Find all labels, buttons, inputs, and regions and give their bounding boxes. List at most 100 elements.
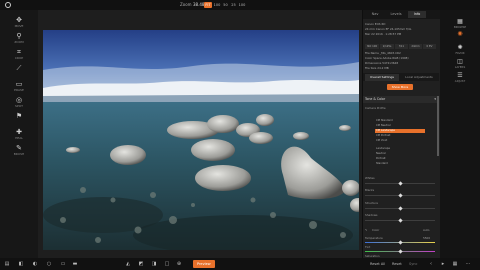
slider-knob[interactable] (398, 181, 403, 186)
focal-chip: 24mm (409, 44, 422, 49)
tone-color-section-header[interactable]: Tone & Color ▾ (363, 96, 439, 103)
zoom-tool[interactable]: ⚲ ZOOM (0, 32, 38, 44)
develop-icon: ◉ (457, 30, 463, 37)
whites-label: Whites (365, 176, 375, 180)
profile-option[interactable]: Standard (375, 162, 425, 166)
tint-slider[interactable] (365, 249, 435, 254)
more-icon[interactable]: ⋯ (465, 261, 471, 267)
layers-module[interactable]: ◫ LAYERS (440, 58, 480, 69)
clipping-icon[interactable]: ◭ (125, 261, 131, 267)
blacks-slider[interactable] (365, 193, 435, 198)
previous-icon[interactable]: ‹ (428, 261, 434, 267)
profile-option[interactable]: Landscape (375, 147, 425, 151)
panel-scrollbar[interactable] (437, 96, 439, 156)
play-icon[interactable]: ▸ (440, 261, 446, 267)
zoom-label: Zoom (180, 2, 192, 7)
tab-nav[interactable]: Nav (366, 11, 384, 18)
zoom-100-button[interactable]: 100 (213, 2, 221, 8)
square-icon[interactable]: □ (164, 261, 170, 267)
heal-tool[interactable]: ✚ HEAL (0, 128, 38, 140)
effects-icon: ✺ (457, 44, 463, 51)
preview-button[interactable]: Preview (193, 260, 215, 268)
app-logo-icon (5, 2, 11, 8)
filmstrip-icon[interactable]: ▤ (4, 261, 10, 267)
monitor-icon[interactable]: ▭ (60, 261, 66, 267)
file-size: File Size 24.2 MB (365, 66, 389, 70)
develop-module[interactable]: ◉ (440, 30, 480, 37)
zoom-custom-button[interactable]: 100 (238, 2, 246, 8)
settings-subtabs: Overall Settings Local Adjustments (363, 73, 439, 81)
slider-knob[interactable] (398, 206, 403, 211)
zoom-in-icon[interactable]: ⊕ (176, 261, 182, 267)
slider-knob[interactable] (398, 240, 403, 245)
compare-icon[interactable]: ◧ (18, 261, 24, 267)
spot-icon: ◎ (15, 96, 23, 104)
show-more-button[interactable]: Show More (387, 84, 413, 90)
eyedropper-icon[interactable]: ✎ (365, 228, 367, 232)
erase-tool[interactable]: ▭ ERASE (0, 80, 38, 92)
module-toolbar: ▦ BROWSE ◉ ✺ FAVOR ◫ LAYERS ☰ ADJUST (440, 10, 480, 258)
zoom-fit-button[interactable]: FIT (204, 2, 212, 8)
zoom-value[interactable]: 38.48 (193, 2, 204, 7)
file-name: File Name _MG_4603.CR2 (365, 51, 401, 55)
mask-icon[interactable]: ◐ (32, 261, 38, 267)
iso-chip: ISO 100 (365, 44, 379, 49)
zoom-50-button[interactable]: 50 (222, 2, 229, 8)
sync-button[interactable]: Sync (409, 261, 417, 267)
straighten-tool[interactable]: ⟋ (0, 64, 38, 72)
profile-option[interactable]: CM Portrait (375, 134, 425, 138)
browse-module[interactable]: ▦ BROWSE (440, 18, 480, 29)
spot-tool[interactable]: ◎ SPOT (0, 96, 38, 108)
temperature-slider[interactable] (365, 240, 435, 245)
profile-option[interactable]: CM Vivid (375, 139, 425, 143)
slider-knob[interactable] (398, 249, 403, 254)
before-after-icon[interactable]: ◩ (138, 261, 144, 267)
camera-model: Canon EOS 6D (365, 22, 386, 26)
move-icon: ✥ (16, 16, 22, 24)
straighten-icon: ⟋ (16, 64, 22, 72)
grid-icon: ▦ (457, 18, 463, 25)
pin-tool[interactable]: ⚑ (0, 112, 38, 120)
shadows-slider[interactable] (365, 218, 435, 223)
profile-option[interactable]: CM Standard (375, 119, 425, 123)
crop-icon: ⌗ (17, 48, 21, 56)
wb-value[interactable]: Auto (423, 228, 430, 232)
effects-module[interactable]: ✺ FAVOR (440, 44, 480, 55)
zoom-25-button[interactable]: 25 (230, 2, 237, 8)
split-view-icon[interactable]: ◨ (151, 261, 157, 267)
reset-button[interactable]: Reset (392, 261, 402, 267)
slider-knob[interactable] (398, 218, 403, 223)
heal-icon: ✚ (16, 128, 22, 136)
shutter-chip: 1/125s (380, 44, 394, 49)
move-tool[interactable]: ✥ MOVE (0, 16, 38, 28)
chevron-down-icon: ▾ (434, 97, 436, 101)
tab-info[interactable]: Info (408, 11, 426, 18)
profile-option[interactable]: CM Neutral (375, 124, 425, 128)
reset-all-button[interactable]: Reset All (370, 261, 385, 267)
tab-overall-settings[interactable]: Overall Settings (365, 74, 399, 81)
structure-slider[interactable] (365, 206, 435, 211)
zoom-icon: ⚲ (16, 32, 22, 40)
tab-local-adjustments[interactable]: Local Adjustments (401, 74, 437, 81)
dimensions: Dimensions 5472x3648 (365, 61, 399, 65)
shadows-label: Shadows (365, 213, 378, 217)
crop-tool[interactable]: ⌗ CROP (0, 48, 38, 60)
bottom-bar: ▤ ◧ ◐ ○ ▭ ▬ ◭ ◩ ◨ □ ⊕ Preview Reset All … (0, 258, 480, 270)
tint-label: Tint (365, 245, 371, 249)
profile-option-selected[interactable]: CM Landscape (375, 129, 425, 133)
image-canvas[interactable] (38, 10, 362, 258)
whites-slider[interactable] (365, 181, 435, 186)
circle-icon[interactable]: ○ (46, 261, 52, 267)
picture-icon[interactable]: ▬ (72, 261, 78, 267)
profile-option[interactable]: Portrait (375, 157, 425, 161)
tab-levels[interactable]: Levels (385, 11, 407, 18)
brush-tool[interactable]: ✎ BRUSH (0, 144, 38, 156)
grid-view-icon[interactable]: ▦ (452, 261, 458, 267)
profile-option[interactable]: Neutral (375, 152, 425, 156)
lake-photo[interactable] (43, 30, 359, 250)
slider-knob[interactable] (398, 193, 403, 198)
profile-dropdown[interactable] (374, 111, 426, 113)
section-title: Tone & Color (365, 97, 386, 101)
adjust-module[interactable]: ☰ ADJUST (440, 72, 480, 83)
lens-info: 24 mm Canon EF 24-105mm f/4L (365, 27, 412, 31)
